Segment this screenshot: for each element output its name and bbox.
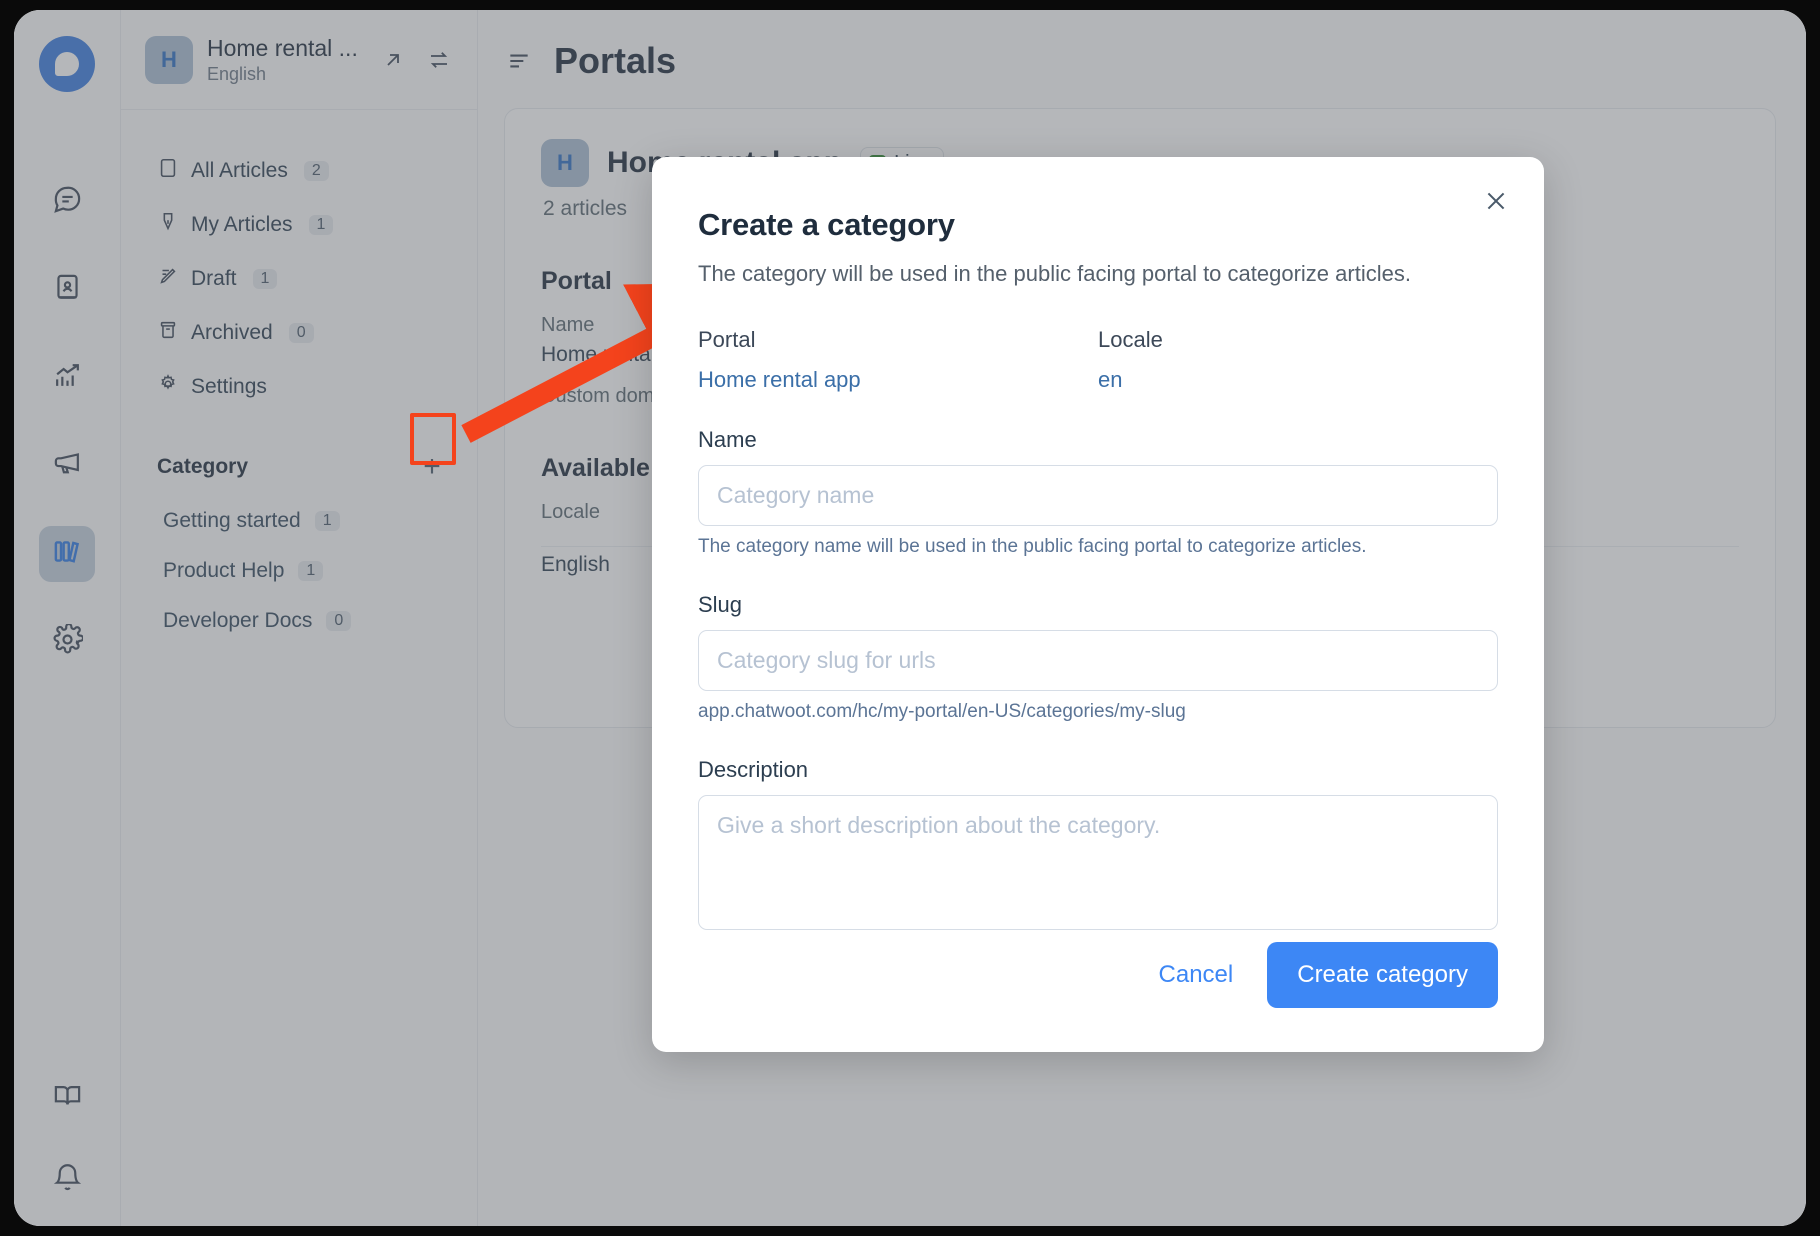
modal-panel: Create a category The category will be u…: [652, 157, 1544, 1052]
category-name-input[interactable]: [698, 465, 1498, 526]
screenshot-root: H Home rental ... English All Articles 2…: [0, 0, 1820, 1236]
close-icon[interactable]: [1476, 181, 1516, 221]
modal-description: The category will be used in the public …: [698, 261, 1411, 286]
modal-meta-row: Portal Home rental app Locale en: [698, 327, 1498, 393]
modal-portal-value: Home rental app: [698, 367, 861, 392]
cancel-button[interactable]: Cancel: [1151, 949, 1242, 1001]
slug-url-preview: app.chatwoot.com/hc/my-portal/en-US/cate…: [698, 701, 1186, 722]
description-field-group: Description: [698, 757, 1498, 930]
modal-locale-meta: Locale en: [1098, 327, 1498, 393]
modal-title: Create a category: [698, 207, 955, 242]
description-label: Description: [698, 757, 809, 782]
create-category-button[interactable]: Create category: [1267, 942, 1498, 1008]
modal-locale-value: en: [1098, 367, 1123, 392]
modal-portal-label: Portal: [698, 327, 756, 352]
category-description-textarea[interactable]: [698, 795, 1498, 930]
category-slug-input[interactable]: [698, 630, 1498, 691]
create-category-dialog: Create a category The category will be u…: [14, 10, 1806, 1226]
app-window: H Home rental ... English All Articles 2…: [14, 10, 1806, 1226]
name-field-group: Name The category name will be used in t…: [698, 427, 1498, 558]
modal-locale-label: Locale: [1098, 327, 1163, 352]
slug-field-group: Slug app.chatwoot.com/hc/my-portal/en-US…: [698, 592, 1498, 723]
modal-portal-meta: Portal Home rental app: [698, 327, 1098, 393]
modal-actions: Cancel Create category: [1151, 942, 1498, 1008]
slug-label: Slug: [698, 592, 743, 617]
name-help-text: The category name will be used in the pu…: [698, 536, 1367, 557]
name-label: Name: [698, 427, 757, 452]
